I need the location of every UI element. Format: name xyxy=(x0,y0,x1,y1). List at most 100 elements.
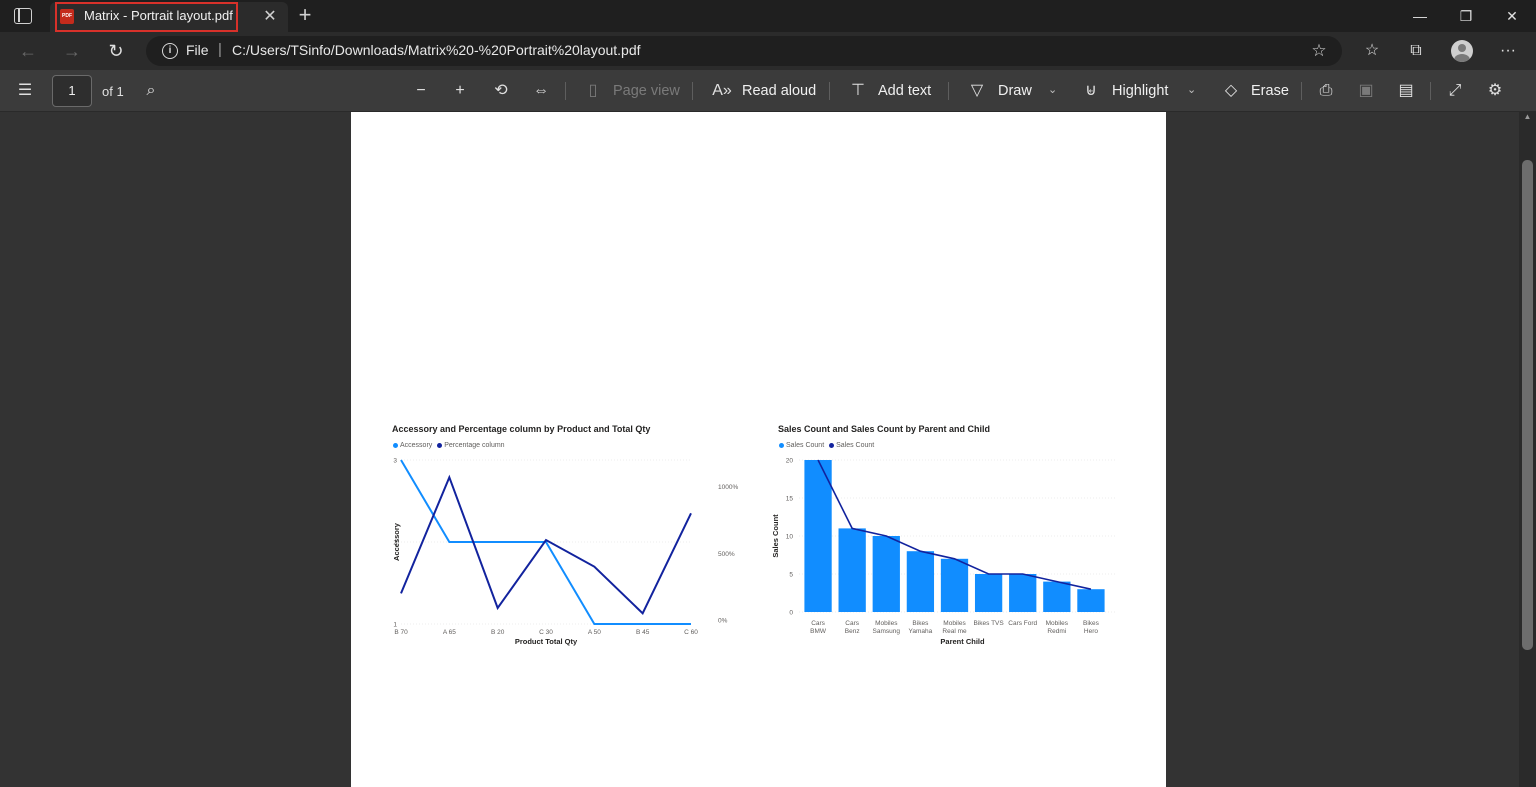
bar xyxy=(906,551,935,612)
fullscreen-icon[interactable]: ⤢ xyxy=(1444,80,1466,102)
toolbar-divider xyxy=(1430,82,1431,100)
bar xyxy=(872,536,900,612)
vertical-scrollbar[interactable]: ▲ xyxy=(1519,112,1536,787)
x-tick-label: C 60 xyxy=(684,629,698,636)
save-as-icon[interactable]: ▤ xyxy=(1395,80,1417,102)
x-tick-label: Benz xyxy=(845,628,860,635)
chart1-legend-accessory: Accessory xyxy=(400,442,433,449)
draw-chevron-down-icon[interactable]: ⌄ xyxy=(1048,83,1057,96)
print-icon[interactable]: ⎙ xyxy=(1315,80,1337,102)
refresh-icon[interactable]: ↻ xyxy=(104,39,128,63)
pdf-toolbar: ☰ 1 of 1 ⌕ − + ⟲ ⇔ ▯ Page view A» Read a… xyxy=(0,70,1536,112)
fit-width-icon[interactable]: ⇔ xyxy=(530,80,552,102)
x-tick-label: B 70 xyxy=(394,629,408,636)
title-bar: PDF Matrix - Portrait layout.pdf ✕ + — ❐… xyxy=(0,0,1536,32)
page-count: of 1 xyxy=(102,84,124,99)
address-bar: ← → ↻ i File | C:/Users/TSinfo/Downloads… xyxy=(0,32,1536,70)
x-tick-label: Samsung xyxy=(873,628,901,635)
x-tick-label: Bikes xyxy=(1083,620,1100,627)
settings-gear-icon[interactable]: ⚙ xyxy=(1484,80,1506,102)
x-tick-label: Mobiles xyxy=(875,620,898,627)
bar xyxy=(974,574,1003,612)
highlight-icon[interactable]: ⊌ xyxy=(1080,80,1102,102)
scroll-thumb[interactable] xyxy=(1522,160,1533,650)
x-tick-label: Bikes xyxy=(912,620,929,627)
zoom-out-icon[interactable]: − xyxy=(410,80,432,102)
search-icon[interactable]: ⌕ xyxy=(140,80,162,102)
highlight-button[interactable]: Highlight xyxy=(1112,83,1168,99)
page-view-button[interactable]: Page view xyxy=(613,83,680,99)
rotate-icon[interactable]: ⟲ xyxy=(490,80,512,102)
close-window-icon[interactable]: ✕ xyxy=(1502,6,1522,26)
forward-icon[interactable]: → xyxy=(60,39,84,63)
bar xyxy=(804,460,832,612)
left-axis-label: Accessory xyxy=(392,522,401,561)
y-tick-label: 0 xyxy=(789,610,793,617)
add-text-button[interactable]: Add text xyxy=(878,83,931,99)
toolbar-divider xyxy=(692,82,693,100)
legend-dot xyxy=(437,442,443,448)
page-number-input[interactable]: 1 xyxy=(52,75,92,107)
back-icon[interactable]: ← xyxy=(16,39,40,63)
chart2-title: Sales Count and Sales Count by Parent an… xyxy=(778,424,991,434)
x-tick-label: Cars xyxy=(811,620,825,627)
y-tick-label: 20 xyxy=(786,458,794,465)
y-axis-label: Sales Count xyxy=(771,514,780,558)
x-tick-label: B 20 xyxy=(491,629,505,636)
profile-avatar[interactable] xyxy=(1451,40,1473,62)
right-tick-label: 500% xyxy=(718,551,735,558)
minimize-icon[interactable]: — xyxy=(1410,6,1430,26)
url-scheme-label: File xyxy=(186,42,209,58)
legend-dot xyxy=(779,442,784,448)
favorites-icon[interactable]: ☆ xyxy=(1360,39,1384,63)
chart2-legend: Sales Count Sales Count xyxy=(779,442,874,449)
zoom-in-icon[interactable]: + xyxy=(449,80,471,102)
highlight-chevron-down-icon[interactable]: ⌄ xyxy=(1187,83,1196,96)
erase-button[interactable]: Erase xyxy=(1251,83,1289,99)
info-icon[interactable]: i xyxy=(162,43,178,59)
read-aloud-button[interactable]: Read aloud xyxy=(742,83,816,99)
read-aloud-icon[interactable]: A» xyxy=(711,80,733,102)
chart2-legend-line: Sales Count xyxy=(836,442,875,449)
pdf-viewer: Accessory and Percentage column by Produ… xyxy=(0,112,1536,787)
x-tick-label: Mobiles xyxy=(1046,620,1069,627)
pdf-page: Accessory and Percentage column by Produ… xyxy=(351,112,1166,787)
x-axis-label: Product Total Qty xyxy=(515,637,578,646)
restore-icon[interactable]: ❐ xyxy=(1456,6,1476,26)
add-favorite-icon[interactable]: ☆ xyxy=(1308,40,1330,62)
x-tick-label: Redmi xyxy=(1047,628,1066,635)
y-tick-label: 10 xyxy=(786,534,794,541)
scroll-up-arrow-icon[interactable]: ▲ xyxy=(1523,112,1532,121)
page-view-icon[interactable]: ▯ xyxy=(582,80,604,102)
tab-close-icon[interactable]: ✕ xyxy=(262,6,278,25)
new-tab-icon[interactable]: + xyxy=(296,3,314,27)
toolbar-divider xyxy=(948,82,949,100)
more-options-icon[interactable]: ··· xyxy=(1496,39,1520,63)
series-line-percentage xyxy=(400,474,692,616)
contents-icon[interactable]: ☰ xyxy=(14,80,36,102)
chart1-legend-percentage: Percentage column xyxy=(444,442,505,449)
tab-actions-icon[interactable] xyxy=(14,8,32,24)
legend-dot xyxy=(829,442,835,448)
x-tick-label: B 45 xyxy=(636,629,650,636)
url-text[interactable]: C:/Users/TSinfo/Downloads/Matrix%20-%20P… xyxy=(232,42,641,58)
legend-dot xyxy=(393,442,398,448)
bar xyxy=(1043,581,1071,612)
erase-icon[interactable]: ◇ xyxy=(1220,80,1242,102)
right-tick-label: 0% xyxy=(718,618,728,625)
x-tick-label: Hero xyxy=(1084,628,1098,635)
add-text-icon[interactable]: ⊤ xyxy=(847,80,869,102)
toolbar-divider xyxy=(565,82,566,100)
chart1-legend: Accessory Percentage column xyxy=(393,442,505,449)
collections-icon[interactable]: ⧉ xyxy=(1404,39,1428,63)
draw-button[interactable]: Draw xyxy=(998,83,1032,99)
x-tick-label: Real me xyxy=(942,628,967,635)
bar xyxy=(1009,574,1037,612)
left-tick-label: 1 xyxy=(393,622,397,629)
y-tick-label: 5 xyxy=(789,572,793,579)
x-axis-label: Parent Child xyxy=(940,637,985,646)
draw-icon[interactable]: ▽ xyxy=(966,80,988,102)
url-field[interactable]: i File | C:/Users/TSinfo/Downloads/Matri… xyxy=(146,36,1342,66)
line-chart-accessory: 3211000%500%0%B 70 A 65 B 20 C 30 A 50 B 45 C … xyxy=(392,458,738,647)
save-icon[interactable]: ▣ xyxy=(1355,80,1377,102)
